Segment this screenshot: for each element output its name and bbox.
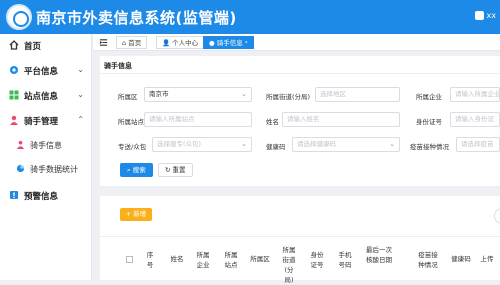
station-label: 所属站点 [118, 118, 144, 126]
column-header[interactable]: 最后一次核酸日期 [364, 245, 394, 265]
vaccine-placeholder: 请选择疫苗 [461, 140, 494, 148]
tab-label: 个人中心 [172, 39, 199, 47]
sidebar-item-label: 骑手信息 [30, 141, 62, 150]
company-label: 所属企业 [416, 93, 442, 101]
site-icon [9, 90, 19, 100]
column-header[interactable]: 所属区 [246, 254, 274, 264]
table-header: 序号 姓名 所属企业 所属站点 所属区 所属街道(分局) 身份证号 手机号码 最… [100, 236, 500, 284]
rider-stats-icon [16, 164, 25, 173]
street-select[interactable]: 选择地区 [315, 87, 400, 102]
app-header: 南京市外卖信息系统(监管端) xx [0, 0, 500, 34]
add-button[interactable]: + 新增 [120, 208, 152, 221]
column-header[interactable]: 上传 [478, 254, 496, 264]
page-title: 骑手信息 [104, 62, 132, 70]
sidebar-item-rider-info[interactable]: 骑手信息 [0, 134, 92, 156]
column-header[interactable]: 手机号码 [336, 250, 354, 270]
platform-icon [10, 66, 18, 74]
sidebar-item-label: 预警信息 [24, 192, 59, 202]
sidebar-item-rider-stats[interactable]: 骑手数据统计 [0, 158, 92, 180]
sidebar-item-label: 骑手数据统计 [30, 165, 78, 174]
street-placeholder: 选择地区 [320, 90, 346, 98]
column-header[interactable]: 所属企业 [194, 250, 212, 270]
sidebar-item-label: 站点信息 [24, 92, 59, 102]
menu-toggle-icon[interactable] [99, 38, 108, 47]
search-panel: 骑手信息 所属区 南京市 ⌄ 所属街道(分局) 选择地区 所属企业 请输入所属企业… [100, 56, 500, 186]
chevron-up-icon: ⌃ [77, 115, 84, 124]
sidebar-item-label: 骑手管理 [24, 117, 59, 127]
select-all-checkbox[interactable] [126, 256, 133, 263]
sidebar-item-label: 平台信息 [24, 67, 59, 77]
company-placeholder: 请输入所属企业 [455, 90, 500, 98]
station-placeholder: 请输入所属站点 [149, 115, 195, 123]
reset-icon: ↻ [165, 166, 173, 174]
sidebar-item-home[interactable]: 首页 [0, 34, 92, 58]
app-title: 南京市外卖信息系统(监管端) [36, 9, 237, 27]
close-icon[interactable]: ˣ [243, 39, 248, 47]
tab-home[interactable]: ⌂ 首页 [116, 36, 148, 49]
logo-icon [6, 4, 32, 30]
column-header[interactable]: 健康码 [448, 254, 474, 264]
chevron-down-icon: ⌄ [77, 90, 84, 99]
tabs-bar: ⌂ 首页 👤 个人中心 ● 骑手信息 ˣ [93, 34, 500, 51]
name-input[interactable]: 请输入姓名 [282, 112, 400, 127]
divider [100, 73, 500, 74]
chevron-down-icon: ⌄ [77, 65, 84, 74]
rider-icon [10, 115, 18, 125]
vaccine-label: 疫苗接种情况 [410, 143, 449, 151]
column-header[interactable]: 身份证号 [308, 250, 326, 270]
healthcode-select[interactable]: 请选择健康码 ⌄ [292, 137, 400, 152]
healthcode-label: 健康码 [266, 143, 286, 151]
district-value: 南京市 [149, 90, 169, 98]
sidebar: 首页 平台信息 ⌄ 站点信息 ⌄ 骑手管理 ⌃ 骑手信息 骑手数据统计 预警信息 [0, 34, 92, 280]
id-placeholder: 请输入身份证 [455, 115, 494, 123]
user-menu[interactable]: xx [474, 11, 496, 20]
district-label: 所属区 [118, 93, 138, 101]
chevron-down-icon: ⌄ [389, 140, 395, 148]
healthcode-placeholder: 请选择健康码 [297, 140, 336, 148]
tab-personal-center[interactable]: 👤 个人中心 [156, 36, 205, 49]
reset-button-label: 重置 [172, 166, 186, 174]
district-select[interactable]: 南京市 ⌄ [144, 87, 252, 102]
sidebar-item-platform[interactable]: 平台信息 ⌄ [0, 59, 92, 83]
street-label: 所属街道(分局) [266, 93, 311, 101]
sidebar-item-warning[interactable]: 预警信息 [0, 184, 92, 208]
column-header[interactable]: 序号 [144, 250, 156, 270]
sidebar-item-label: 首页 [24, 42, 42, 52]
column-header[interactable]: 姓名 [168, 254, 186, 264]
id-input[interactable]: 请输入身份证 [450, 112, 500, 127]
table-panel: + 新增 序号 姓名 所属企业 所属站点 所属区 所属街道(分局) 身份证号 手… [100, 196, 500, 284]
column-header[interactable]: 疫苗接种情况 [416, 250, 440, 270]
company-input[interactable]: 请输入所属企业 [450, 87, 500, 102]
column-header[interactable]: 所属站点 [222, 250, 240, 270]
column-settings-button[interactable] [494, 208, 500, 224]
tab-label: 首页 [128, 39, 142, 47]
name-placeholder: 请输入姓名 [287, 115, 320, 123]
user-icon: 👤 [162, 39, 173, 47]
id-label: 身份证号 [416, 118, 442, 126]
reset-button[interactable]: ↻ 重置 [158, 163, 193, 177]
vaccine-select[interactable]: 请选择疫苗 [456, 137, 500, 152]
chevron-down-icon: ⌄ [241, 90, 247, 98]
warning-icon [10, 191, 18, 199]
search-button[interactable]: ⌕ 搜索 [120, 163, 153, 177]
search-button-label: 搜索 [132, 166, 146, 174]
user-icon [474, 11, 484, 20]
tab-label: 骑手信息 [216, 39, 243, 47]
user-name: xx [486, 11, 496, 20]
name-label: 姓名 [266, 118, 279, 126]
chevron-down-icon: ⌄ [241, 140, 247, 148]
dot-icon: ● [209, 39, 217, 47]
home-icon [9, 40, 19, 50]
delivery-type-label: 专送/众包 [118, 143, 147, 151]
station-input[interactable]: 请输入所属站点 [144, 112, 252, 127]
delivery-type-select[interactable]: 选择服专(众包) ⌄ [152, 137, 252, 152]
tab-rider-info[interactable]: ● 骑手信息 ˣ [203, 36, 254, 49]
column-header[interactable]: 所属街道(分局) [280, 245, 298, 285]
rider-info-icon [16, 140, 25, 149]
sidebar-item-rider-management[interactable]: 骑手管理 ⌃ [0, 109, 92, 133]
delivery-placeholder: 选择服专(众包) [157, 140, 202, 148]
sidebar-item-site[interactable]: 站点信息 ⌄ [0, 84, 92, 108]
